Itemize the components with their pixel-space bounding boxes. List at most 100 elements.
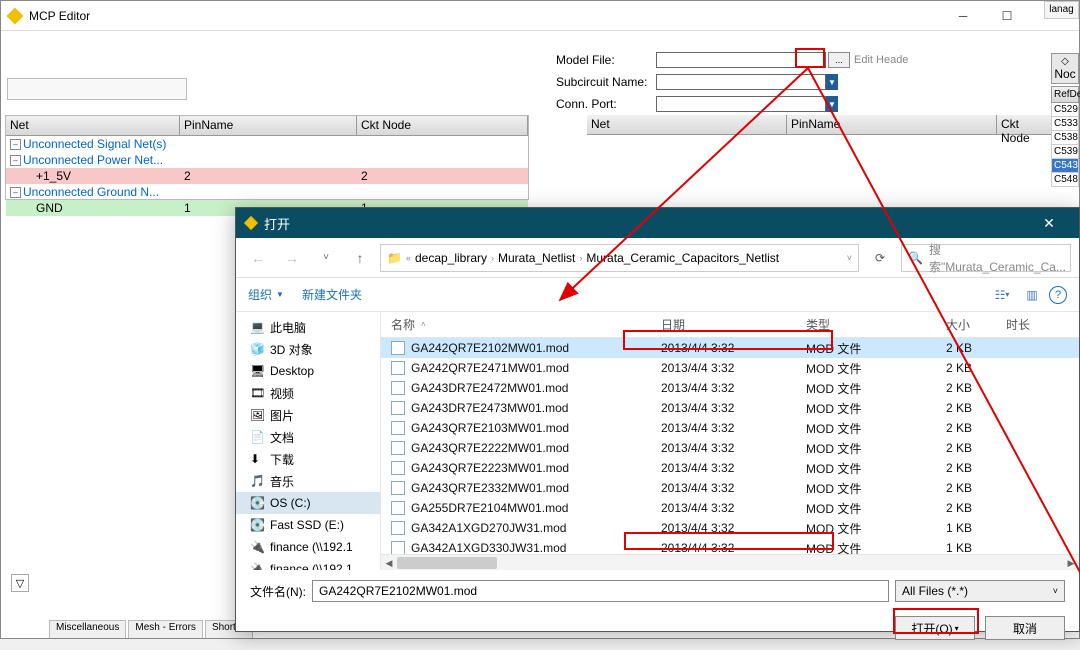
sidebar-item[interactable]: 🧊3D 对象 bbox=[236, 338, 380, 360]
netx-icon: 🔌 bbox=[250, 562, 264, 570]
grid-row[interactable]: –Unconnected Power Net... bbox=[6, 152, 528, 168]
side-row[interactable]: C529 bbox=[1051, 103, 1079, 117]
sidebar-item[interactable]: 💽Fast SSD (E:) bbox=[236, 514, 380, 536]
file-open-dialog: 打开 ✕ ← → ˅ ↑ 📁 « decap_library › Murata_… bbox=[235, 207, 1080, 632]
tab-misc[interactable]: Miscellaneous bbox=[49, 620, 126, 638]
conn-port-select[interactable] bbox=[656, 96, 826, 112]
sidebar-item[interactable]: 💽OS (C:) bbox=[236, 492, 380, 514]
col-size[interactable]: 大小 bbox=[946, 316, 1006, 333]
file-row[interactable]: GA243DR7E2473MW01.mod2013/4/4 3:32MOD 文件… bbox=[381, 398, 1079, 418]
nav-recent-icon[interactable]: ˅ bbox=[312, 244, 340, 272]
side-row[interactable]: C543 bbox=[1051, 159, 1079, 173]
dialog-title: 打开 bbox=[264, 214, 1029, 233]
file-row[interactable]: GA243QR7E2222MW01.mod2013/4/4 3:32MOD 文件… bbox=[381, 438, 1079, 458]
breadcrumb-item[interactable]: Murata_Netlist bbox=[498, 251, 575, 265]
col-cktnode[interactable]: Ckt Node bbox=[357, 116, 528, 135]
col-pinname[interactable]: PinName bbox=[787, 115, 997, 134]
help-icon[interactable]: ? bbox=[1049, 286, 1067, 304]
music-icon: 🎵 bbox=[250, 474, 264, 488]
cancel-button[interactable]: 取消 bbox=[985, 616, 1065, 640]
scroll-left-icon[interactable]: ◀ bbox=[381, 555, 397, 571]
dialog-footer: 文件名(N): All Files (*.*)˅ 打开(O)▾ 取消 bbox=[236, 570, 1079, 650]
sidebar-item[interactable]: 💻此电脑 bbox=[236, 316, 380, 338]
tab-mesh[interactable]: Mesh - Errors bbox=[128, 620, 203, 638]
breadcrumb-item[interactable]: decap_library bbox=[415, 251, 487, 265]
sidebar-item[interactable]: 🖥Desktop bbox=[236, 360, 380, 382]
col-date[interactable]: 日期 bbox=[661, 316, 806, 333]
file-row[interactable]: GA243DR7E2472MW01.mod2013/4/4 3:32MOD 文件… bbox=[381, 378, 1079, 398]
refresh-icon[interactable]: ⟳ bbox=[865, 244, 895, 272]
collapse-icon[interactable]: – bbox=[10, 139, 21, 150]
subcircuit-dropdown-icon[interactable]: ▼ bbox=[826, 74, 838, 90]
browse-button[interactable]: ... bbox=[828, 52, 850, 68]
file-row[interactable]: GA342A1XGD330JW31.mod2013/4/4 3:32MOD 文件… bbox=[381, 538, 1079, 554]
breadcrumb[interactable]: 📁 « decap_library › Murata_Netlist › Mur… bbox=[380, 244, 859, 272]
nav-forward-icon[interactable]: → bbox=[278, 244, 306, 272]
col-net[interactable]: Net bbox=[587, 115, 787, 134]
file-row[interactable]: GA255DR7E2104MW01.mod2013/4/4 3:32MOD 文件… bbox=[381, 498, 1079, 518]
manager-tab[interactable]: lanag bbox=[1044, 1, 1079, 19]
view-options-icon[interactable]: ☷ ▾ bbox=[989, 283, 1015, 307]
search-icon: 🔍 bbox=[908, 251, 923, 265]
col-cktnode[interactable]: Ckt Node bbox=[997, 115, 1052, 134]
grid-row[interactable]: +1_5V 2 2 bbox=[6, 168, 528, 184]
edit-header-link[interactable]: Edit Heade bbox=[854, 54, 908, 66]
main-titlebar: MCP Editor ─ ☐ ✕ bbox=[1, 1, 1079, 31]
preview-pane-icon[interactable]: ▥ bbox=[1019, 283, 1045, 307]
pic-icon: 🖼 bbox=[250, 408, 264, 422]
col-pinname[interactable]: PinName bbox=[180, 116, 357, 135]
left-net-grid[interactable]: Net PinName Ckt Node –Unconnected Signal… bbox=[5, 115, 529, 200]
file-row[interactable]: GA243QR7E2223MW01.mod2013/4/4 3:32MOD 文件… bbox=[381, 458, 1079, 478]
collapse-icon[interactable]: – bbox=[10, 187, 21, 198]
subcircuit-select[interactable] bbox=[656, 74, 826, 90]
side-row[interactable]: C548 bbox=[1051, 173, 1079, 187]
col-net[interactable]: Net bbox=[6, 116, 180, 135]
sidebar-item[interactable]: 📄文档 bbox=[236, 426, 380, 448]
collapse-icon[interactable]: – bbox=[10, 155, 21, 166]
grid-row[interactable]: –Unconnected Ground N... bbox=[6, 184, 528, 200]
col-name[interactable]: 名称 ˄ bbox=[391, 316, 661, 333]
sidebar-item[interactable]: 🔌finance (\\192.1 bbox=[236, 536, 380, 558]
filename-input[interactable] bbox=[312, 580, 889, 602]
dialog-close-button[interactable]: ✕ bbox=[1029, 215, 1069, 232]
file-row[interactable]: GA243QR7E2332MW01.mod2013/4/4 3:32MOD 文件… bbox=[381, 478, 1079, 498]
nav-up-icon[interactable]: ↑ bbox=[346, 244, 374, 272]
file-row[interactable]: GA243QR7E2103MW01.mod2013/4/4 3:32MOD 文件… bbox=[381, 418, 1079, 438]
organize-button[interactable]: 组织 ▼ bbox=[248, 286, 284, 303]
file-row[interactable]: GA242QR7E2471MW01.mod2013/4/4 3:32MOD 文件… bbox=[381, 358, 1079, 378]
side-row[interactable]: C538 bbox=[1051, 131, 1079, 145]
file-row[interactable]: GA342A1XGD270JW31.mod2013/4/4 3:32MOD 文件… bbox=[381, 518, 1079, 538]
side-row[interactable]: C539 bbox=[1051, 145, 1079, 159]
col-duration[interactable]: 时长 bbox=[1006, 316, 1056, 333]
scroll-thumb[interactable] bbox=[397, 557, 497, 569]
sidebar-item[interactable]: 🎞视频 bbox=[236, 382, 380, 404]
model-file-input[interactable] bbox=[656, 52, 826, 68]
file-icon bbox=[391, 461, 405, 475]
file-row[interactable]: GA242QR7E2102MW01.mod2013/4/4 3:32MOD 文件… bbox=[381, 338, 1079, 358]
grid-row[interactable]: –Unconnected Signal Net(s) bbox=[6, 136, 528, 152]
sidebar-item[interactable]: 🎵音乐 bbox=[236, 470, 380, 492]
filter-icon[interactable]: ▽ bbox=[11, 574, 29, 592]
sidebar-item[interactable]: 🔌finance (\\192.1 bbox=[236, 558, 380, 570]
new-folder-button[interactable]: 新建文件夹 bbox=[302, 286, 362, 303]
sidebar-item[interactable]: ⬇下载 bbox=[236, 448, 380, 470]
model-file-label: Model File: bbox=[556, 53, 656, 67]
conn-port-dropdown-icon[interactable]: ▼ bbox=[826, 96, 838, 112]
maximize-button[interactable]: ☐ bbox=[987, 4, 1027, 28]
minimize-button[interactable]: ─ bbox=[943, 4, 983, 28]
breadcrumb-item[interactable]: Murata_Ceramic_Capacitors_Netlist bbox=[586, 251, 779, 265]
side-refde-header[interactable]: RefDe bbox=[1051, 86, 1079, 103]
side-noc[interactable]: Noc bbox=[1054, 67, 1075, 81]
file-filter-select[interactable]: All Files (*.*)˅ bbox=[895, 580, 1065, 602]
breadcrumb-dropdown-icon[interactable]: ˅ bbox=[847, 253, 852, 263]
side-row[interactable]: C533 bbox=[1051, 117, 1079, 131]
horizontal-scrollbar[interactable]: ◀ ▶ bbox=[381, 554, 1079, 570]
sidebar-item[interactable]: 🖼图片 bbox=[236, 404, 380, 426]
right-net-grid[interactable]: Net PinName Ckt Node bbox=[587, 115, 1052, 135]
nav-back-icon[interactable]: ← bbox=[244, 244, 272, 272]
scroll-right-icon[interactable]: ▶ bbox=[1063, 555, 1079, 571]
file-icon bbox=[391, 521, 405, 535]
open-button[interactable]: 打开(O)▾ bbox=[895, 616, 975, 640]
search-input[interactable]: 🔍 搜索"Murata_Ceramic_Ca... bbox=[901, 244, 1071, 272]
col-type[interactable]: 类型 bbox=[806, 316, 946, 333]
